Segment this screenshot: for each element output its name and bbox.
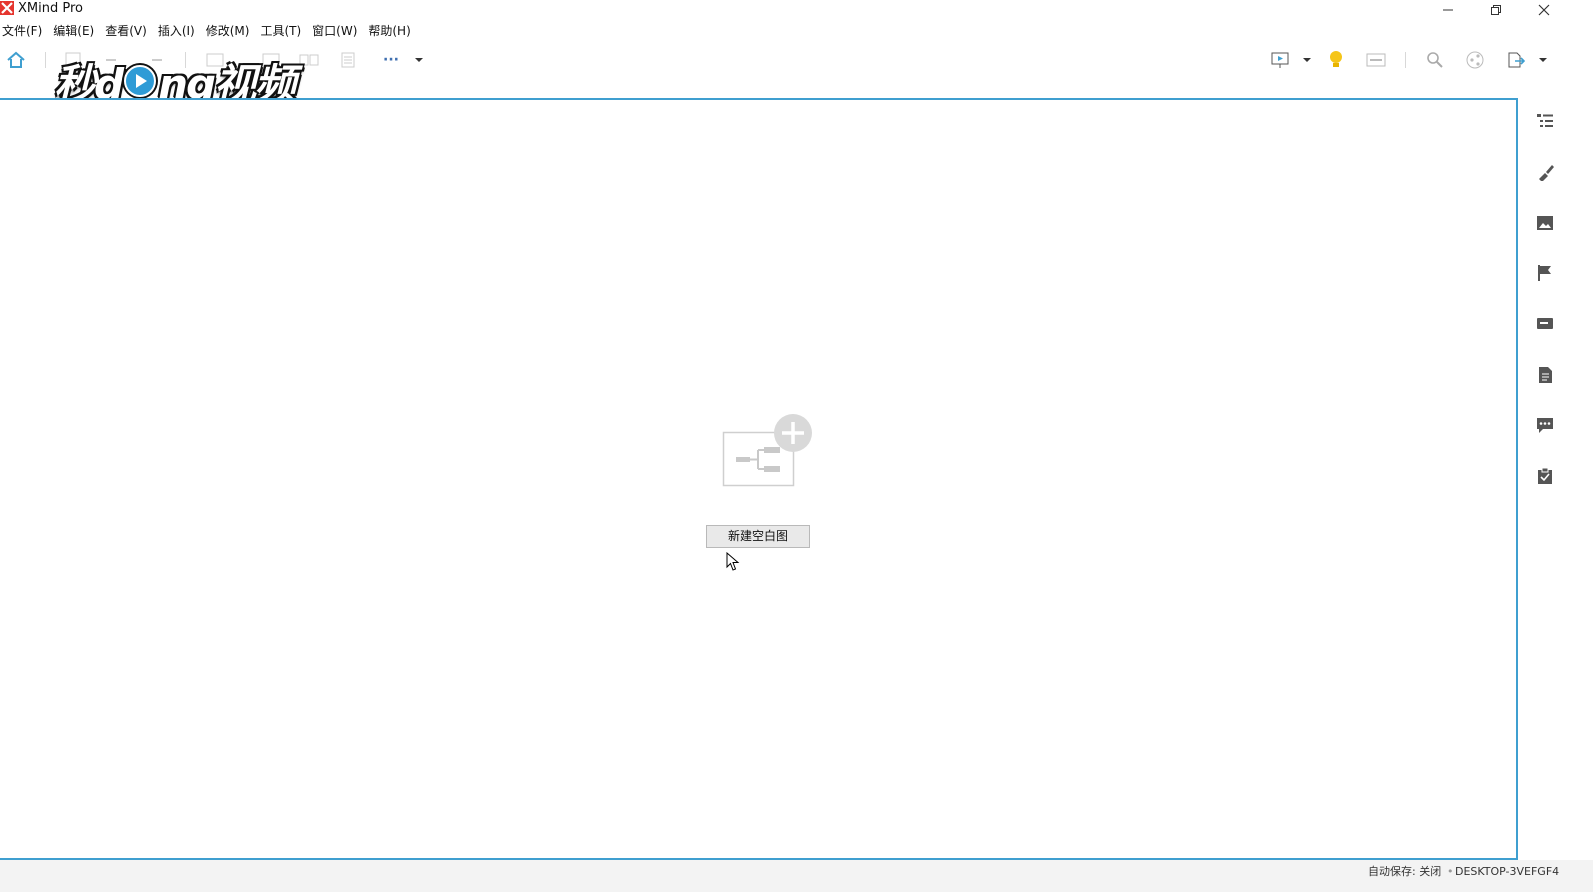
- home-icon[interactable]: [5, 50, 27, 70]
- dropdown-icon[interactable]: [408, 50, 430, 70]
- play-icon: [124, 65, 157, 97]
- format-brush-icon[interactable]: [1534, 161, 1556, 183]
- layout-icon[interactable]: [1365, 50, 1387, 70]
- share-icon[interactable]: [1464, 50, 1486, 70]
- outline-icon[interactable]: [1534, 110, 1556, 132]
- restore-icon[interactable]: [1473, 0, 1519, 20]
- label-icon[interactable]: [1534, 313, 1556, 335]
- search-icon[interactable]: [1424, 50, 1446, 70]
- computer-name: DESKTOP-3VEFGF4: [1455, 865, 1560, 878]
- menu-edit[interactable]: 编辑(E): [51, 21, 100, 41]
- menu-window[interactable]: 窗口(W): [310, 21, 363, 41]
- toolbar-separator: [45, 52, 46, 68]
- boundary-icon[interactable]: [338, 50, 360, 70]
- xmind-logo-icon: [0, 1, 14, 15]
- new-blank-map-button[interactable]: 新建空白图: [706, 525, 810, 548]
- task-icon[interactable]: [1534, 465, 1556, 487]
- status-bar: 自动保存: 关闭 • DESKTOP-3VEFGF4: [0, 860, 1593, 892]
- menu-modify[interactable]: 修改(M): [204, 21, 256, 41]
- marker-flag-icon[interactable]: [1534, 262, 1556, 284]
- relationship-icon[interactable]: [298, 50, 320, 70]
- menu-help[interactable]: 帮助(H): [366, 21, 416, 41]
- image-icon[interactable]: [1534, 212, 1556, 234]
- dropdown-icon[interactable]: [1296, 50, 1318, 70]
- dropdown-icon[interactable]: [1532, 50, 1554, 70]
- menu-bar: 文件(F) 编辑(E) 查看(V) 插入(I) 修改(M) 工具(T) 窗口(W…: [0, 21, 420, 41]
- close-icon[interactable]: [1521, 0, 1567, 20]
- mouse-cursor-icon: [726, 551, 740, 572]
- window-title: XMind Pro: [18, 1, 83, 16]
- status-dot-icon: •: [1447, 865, 1454, 878]
- title-bar: XMind Pro: [0, 0, 1593, 20]
- menu-insert[interactable]: 插入(I): [156, 21, 201, 41]
- export-icon[interactable]: [1505, 50, 1527, 70]
- menu-view[interactable]: 查看(V): [103, 21, 153, 41]
- notes-icon[interactable]: [1534, 364, 1556, 386]
- new-mindmap-icon: [722, 412, 814, 488]
- more-icon[interactable]: ···: [380, 50, 402, 70]
- presentation-icon[interactable]: [1269, 50, 1291, 70]
- minimize-icon[interactable]: [1425, 0, 1471, 20]
- side-panel: [1520, 98, 1593, 860]
- autosave-status[interactable]: 自动保存: 关闭: [1368, 865, 1441, 879]
- idea-bulb-icon[interactable]: [1325, 50, 1347, 70]
- comment-icon[interactable]: [1534, 414, 1556, 436]
- toolbar-separator: [1405, 52, 1406, 68]
- menu-tools[interactable]: 工具(T): [258, 21, 307, 41]
- menu-file[interactable]: 文件(F): [0, 21, 48, 41]
